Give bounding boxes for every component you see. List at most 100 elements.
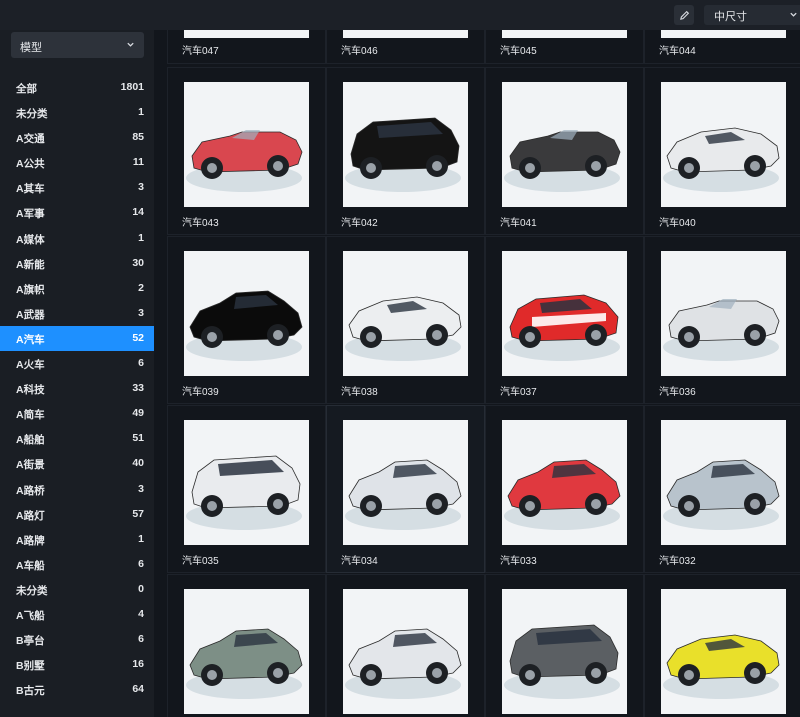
thumbnail: [184, 420, 309, 545]
category-item[interactable]: B别墅 16: [0, 652, 154, 677]
category-item[interactable]: A街景 40: [0, 451, 154, 476]
car-model-image: [343, 251, 468, 376]
category-item[interactable]: A船舶 51: [0, 426, 154, 451]
model-caption: 汽车032: [659, 556, 696, 567]
model-tile[interactable]: 汽车034: [326, 405, 485, 573]
category-label: A军事: [16, 208, 45, 221]
model-caption: 汽车040: [659, 218, 696, 229]
category-label: 全部: [16, 83, 37, 95]
category-label: A新能: [16, 258, 45, 271]
category-item[interactable]: A飞船 4: [0, 602, 154, 627]
category-label: B古元: [16, 685, 45, 698]
model-tile[interactable]: [167, 574, 326, 717]
category-count: 3: [138, 181, 144, 194]
car-model-image: [343, 589, 468, 714]
model-tile[interactable]: 汽车046: [326, 30, 485, 64]
category-item[interactable]: A路牌 1: [0, 527, 154, 552]
category-item[interactable]: A其车 3: [0, 175, 154, 200]
category-item[interactable]: 未分类 1: [0, 100, 154, 125]
category-item[interactable]: A公共 11: [0, 150, 154, 175]
thumbnail: [343, 589, 468, 714]
category-label: 未分类: [16, 584, 48, 597]
category-count: 11: [132, 156, 144, 169]
model-tile[interactable]: 汽车040: [644, 67, 800, 235]
category-count: 2: [138, 281, 144, 294]
category-count: 33: [132, 382, 144, 395]
edit-button[interactable]: [674, 5, 694, 25]
model-tile[interactable]: 汽车045: [485, 30, 644, 64]
category-item[interactable]: A火车 6: [0, 351, 154, 376]
category-item[interactable]: A路灯 57: [0, 502, 154, 527]
category-count: 52: [132, 331, 144, 344]
category-item[interactable]: A路桥 3: [0, 477, 154, 502]
category-label: B亭台: [16, 635, 45, 648]
category-item[interactable]: 全部 1801: [0, 75, 154, 100]
model-tile[interactable]: 汽车042: [326, 67, 485, 235]
category-item[interactable]: A武器 3: [0, 301, 154, 326]
model-caption: 汽车038: [341, 387, 378, 398]
category-count: 3: [138, 482, 144, 495]
category-label: A街景: [16, 459, 45, 472]
category-label: A飞船: [16, 609, 45, 622]
category-item[interactable]: A车船 6: [0, 552, 154, 577]
model-tile[interactable]: 汽车037: [485, 236, 644, 404]
category-item[interactable]: A汽车 52: [0, 325, 154, 352]
category-item[interactable]: A旗帜 2: [0, 276, 154, 301]
model-tile[interactable]: [326, 574, 485, 717]
category-count: 1: [138, 231, 144, 244]
model-tile[interactable]: 汽车033: [485, 405, 644, 573]
category-count: 1: [138, 532, 144, 545]
category-count: 14: [132, 206, 144, 219]
model-caption: 汽车043: [182, 218, 219, 229]
car-model-image: [184, 82, 309, 207]
model-caption: 汽车035: [182, 556, 219, 567]
category-item[interactable]: A简车 49: [0, 401, 154, 426]
size-dropdown[interactable]: 中尺寸: [704, 5, 800, 25]
category-item[interactable]: A新能 30: [0, 251, 154, 276]
top-toolbar: 中尺寸: [0, 0, 800, 30]
category-item[interactable]: A科技 33: [0, 376, 154, 401]
category-sidebar: 模型 全部 1801 未分类 1 A交通 85 A公共 11 A其车 3 A军事 14 A媒体 1 A新能 3…: [0, 30, 154, 717]
thumbnail: [502, 251, 627, 376]
category-count: 57: [132, 507, 144, 520]
category-count: 1801: [120, 81, 144, 93]
category-count: 16: [132, 658, 144, 671]
thumbnail: [661, 420, 786, 545]
category-count: 6: [138, 357, 144, 370]
model-tile[interactable]: 汽车041: [485, 67, 644, 235]
model-tile[interactable]: 汽车038: [326, 236, 485, 404]
thumbnail: [343, 251, 468, 376]
model-tile[interactable]: 汽车043: [167, 67, 326, 235]
model-caption: 汽车044: [659, 46, 696, 57]
category-label: A简车: [16, 409, 45, 422]
car-model-image: [343, 420, 468, 545]
category-item[interactable]: B亭台 6: [0, 627, 154, 652]
category-count: 30: [132, 256, 144, 269]
category-label: A武器: [16, 308, 45, 321]
model-tile[interactable]: 汽车039: [167, 236, 326, 404]
model-tile[interactable]: [644, 574, 800, 717]
thumbnail: [184, 589, 309, 714]
model-type-dropdown[interactable]: 模型: [11, 32, 144, 58]
category-item[interactable]: A军事 14: [0, 200, 154, 225]
category-label: A车船: [16, 559, 45, 572]
category-label: A路牌: [16, 534, 45, 547]
model-tile[interactable]: 汽车035: [167, 405, 326, 573]
model-caption: 汽车039: [182, 387, 219, 398]
category-item[interactable]: B古元 64: [0, 677, 154, 702]
category-count: 51: [132, 432, 144, 445]
model-tile[interactable]: 汽车032: [644, 405, 800, 573]
model-tile[interactable]: 汽车036: [644, 236, 800, 404]
car-model-image: [502, 30, 627, 38]
thumbnail: [502, 589, 627, 714]
category-item[interactable]: A交通 85: [0, 125, 154, 150]
car-model-image: [502, 589, 627, 714]
car-model-image: [502, 82, 627, 207]
model-tile[interactable]: [485, 574, 644, 717]
model-tile[interactable]: 汽车044: [644, 30, 800, 64]
model-tile[interactable]: 汽车047: [167, 30, 326, 64]
category-item[interactable]: 未分类 0: [0, 577, 154, 602]
chevron-down-icon: [790, 12, 797, 17]
car-model-image: [661, 589, 786, 714]
category-item[interactable]: A媒体 1: [0, 226, 154, 251]
